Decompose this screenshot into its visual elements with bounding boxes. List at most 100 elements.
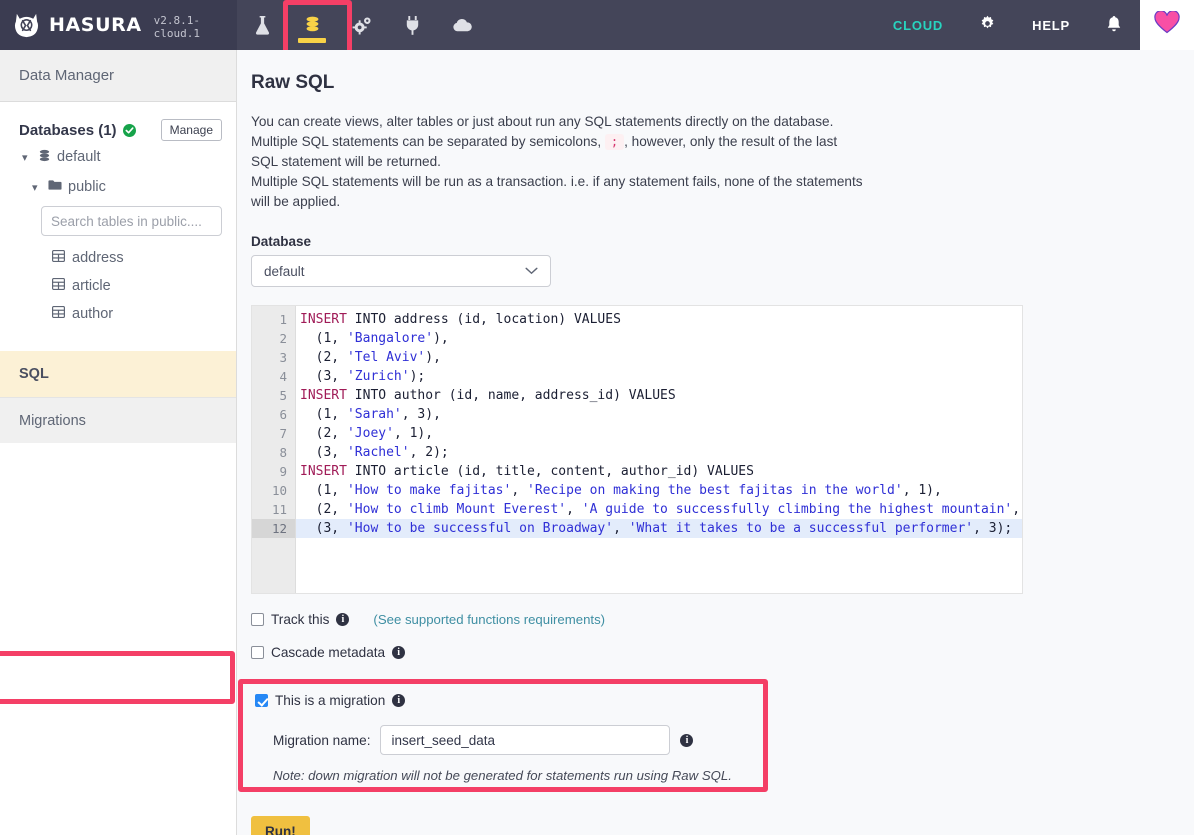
brand-version: v2.8.1-cloud.1: [154, 14, 237, 40]
chevron-down-icon: ▾: [32, 181, 42, 194]
settings-button[interactable]: [961, 0, 1014, 50]
editor-code-line: INSERT INTO address (id, location) VALUE…: [296, 310, 1022, 329]
nav-item-remote-schemas[interactable]: [387, 0, 437, 50]
info-icon[interactable]: i: [680, 734, 693, 747]
tree-item-database-default[interactable]: ▾ default: [19, 142, 222, 172]
is-migration-label: This is a migration: [275, 693, 385, 708]
sidebar: Data Manager Databases (1) Manage ▾ defa…: [0, 50, 237, 835]
gear-icon: [979, 15, 996, 35]
database-small-icon: [38, 149, 51, 166]
editor-line-number: 10: [252, 481, 295, 500]
page-description: You can create views, alter tables or ju…: [237, 94, 877, 212]
nav-item-actions[interactable]: [337, 0, 387, 50]
flask-icon: [253, 15, 272, 36]
nav-item-api[interactable]: [237, 0, 287, 50]
editor-line-number: 7: [252, 424, 295, 443]
cascade-metadata-label: Cascade metadata: [271, 645, 385, 660]
editor-code-line: (2, 'How to climb Mount Everest', 'A gui…: [296, 500, 1022, 519]
editor-line-number: 2: [252, 329, 295, 348]
track-this-checkbox[interactable]: [251, 613, 264, 626]
hasura-lambda-logo: [13, 12, 40, 39]
editor-line-number: 6: [252, 405, 295, 424]
table-item-author[interactable]: author: [0, 300, 236, 328]
green-check-icon: [123, 124, 136, 137]
semicolon-code-chip: ;: [605, 134, 624, 150]
sql-editor[interactable]: 123456789101112 INSERT INTO address (id,…: [251, 305, 1023, 594]
table-icon: [52, 278, 65, 294]
table-item-address[interactable]: address: [0, 244, 236, 272]
manage-databases-button[interactable]: Manage: [161, 119, 222, 141]
sidebar-item-migrations[interactable]: Migrations: [0, 397, 236, 443]
plug-icon: [403, 15, 422, 36]
page-title: Raw SQL: [237, 50, 1194, 94]
editor-code-line: INSERT INTO article (id, title, content,…: [296, 462, 1022, 481]
editor-line-number: 4: [252, 367, 295, 386]
editor-code-line: (3, 'Rachel', 2);: [296, 443, 1022, 462]
nav-item-data[interactable]: [287, 0, 337, 50]
sidebar-item-sql[interactable]: SQL: [0, 351, 236, 397]
tree-item-schema-public[interactable]: ▾ public: [19, 172, 222, 202]
heart-icon: [1154, 11, 1180, 39]
cascade-metadata-checkbox[interactable]: [251, 646, 264, 659]
top-navigation-bar: HASURA v2.8.1-cloud.1: [0, 0, 1194, 50]
brand-name: HASURA: [49, 14, 142, 36]
migration-name-input[interactable]: [380, 725, 670, 755]
supported-functions-link[interactable]: (See supported functions requirements): [373, 612, 605, 627]
editor-line-number: 11: [252, 500, 295, 519]
track-this-label: Track this: [271, 612, 329, 627]
gears-icon: [352, 15, 373, 36]
description-line-4: Multiple SQL statements will be run as a…: [251, 172, 877, 192]
description-line-3: SQL statement will be returned.: [251, 152, 877, 172]
databases-title-row: Databases (1) Manage: [19, 118, 222, 142]
editor-code-line: (1, 'How to make fajitas', 'Recipe on ma…: [296, 481, 1022, 500]
database-select-value: default: [264, 264, 305, 279]
editor-line-number: 8: [252, 443, 295, 462]
nav-icon-group: [237, 0, 487, 50]
description-line-1: You can create views, alter tables or ju…: [251, 112, 877, 132]
run-button[interactable]: Run!: [251, 816, 310, 835]
editor-line-number: 9: [252, 462, 295, 481]
editor-code-line: (2, 'Joey', 1),: [296, 424, 1022, 443]
info-icon[interactable]: i: [392, 694, 405, 707]
sidebar-sections: SQL Migrations: [0, 351, 236, 443]
cloud-icon: [452, 17, 473, 34]
sidebar-header: Data Manager: [0, 50, 236, 102]
editor-line-numbers: 123456789101112: [252, 306, 296, 593]
editor-code-line: (3, 'Zurich');: [296, 367, 1022, 386]
chevron-down-icon: [525, 264, 538, 278]
track-this-row: Track this i (See supported functions re…: [237, 612, 1194, 627]
is-migration-checkbox[interactable]: [255, 694, 268, 707]
editor-code-line: INSERT INTO author (id, name, address_id…: [296, 386, 1022, 405]
annotation-highlight-sql: [0, 651, 235, 704]
table-name-label: address: [72, 250, 124, 266]
table-item-article[interactable]: article: [0, 272, 236, 300]
editor-code-area[interactable]: INSERT INTO address (id, location) VALUE…: [296, 306, 1022, 593]
brand-logo-area[interactable]: HASURA v2.8.1-cloud.1: [0, 0, 237, 50]
description-line-2: Multiple SQL statements can be separated…: [251, 132, 877, 152]
feedback-heart-button[interactable]: [1140, 0, 1194, 50]
nav-item-events[interactable]: [437, 0, 487, 50]
info-icon[interactable]: i: [336, 613, 349, 626]
editor-line-number: 3: [252, 348, 295, 367]
search-tables-input[interactable]: [41, 206, 222, 236]
chevron-down-icon: ▾: [22, 151, 32, 164]
cloud-link[interactable]: CLOUD: [875, 0, 961, 50]
help-link[interactable]: HELP: [1014, 0, 1088, 50]
database-icon: [303, 15, 322, 36]
editor-code-line: (3, 'How to be successful on Broadway', …: [296, 519, 1022, 538]
database-field-label: Database: [237, 212, 1194, 255]
notifications-button[interactable]: [1088, 0, 1140, 50]
search-tables-wrapper: [19, 206, 222, 236]
database-select[interactable]: default: [251, 255, 551, 287]
table-icon: [52, 306, 65, 322]
info-icon[interactable]: i: [392, 646, 405, 659]
editor-code-line: (1, 'Sarah', 3),: [296, 405, 1022, 424]
databases-title: Databases (1): [19, 122, 117, 139]
top-right-group: CLOUD HELP: [875, 0, 1194, 50]
tree-item-label: default: [57, 149, 101, 165]
bell-icon: [1106, 15, 1122, 36]
description-line-2a: Multiple SQL statements can be separated…: [251, 134, 601, 149]
table-name-label: article: [72, 278, 111, 294]
migration-name-row: Migration name: i: [255, 725, 768, 755]
table-icon: [52, 250, 65, 266]
